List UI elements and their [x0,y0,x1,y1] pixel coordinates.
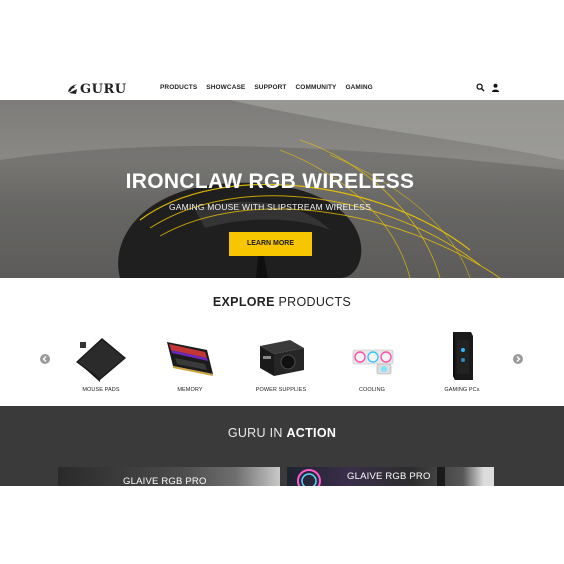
product-mouse-pads[interactable]: MOUSE PADS [66,328,136,396]
product-label: COOLING [358,387,386,393]
chevron-right-icon [516,356,521,362]
hero-subtitle: GAMING MOUSE WITH SLIPSTREAM WIRELESS [169,202,371,212]
logo-text: GURU [80,81,127,97]
cooling-icon [352,349,394,375]
action-card-label: GLAIVE RGB PRO [123,476,207,486]
explore-products-heading: EXPLORE PRODUCTS [0,295,564,309]
action-title-plain: GURU IN [227,426,287,440]
action-card-label: GLAIVE RGB PRO [347,471,431,482]
hero-banner: IRONCLAW RGB WIRELESS GAMING MOUSE WITH … [0,100,564,278]
main-menu: PRODUCTS SHOWCASE SUPPORT COMMUNITY GAMI… [160,84,373,91]
explore-title-rest: PRODUCTS [274,295,352,309]
action-card[interactable]: GLAIVE RGB PRO [287,467,494,486]
in-action-heading: GURU IN ACTION [0,426,564,440]
product-gaming-pcs[interactable]: GAMING PCs [427,328,497,396]
user-icon[interactable] [491,83,500,92]
product-label: GAMING PCs [444,387,480,393]
hero-title: IRONCLAW RGB WIRELESS [125,170,415,193]
nav-item-showcase[interactable]: SHOWCASE [206,84,245,91]
carousel-prev-button[interactable] [40,354,50,364]
search-icon[interactable] [476,83,485,92]
nav-item-community[interactable]: COMMUNITY [296,84,337,91]
product-memory[interactable]: MEMORY [155,328,225,396]
product-label: POWER SUPPLIES [255,387,307,393]
page: GURU PRODUCTS SHOWCASE SUPPORT COMMUNITY… [0,0,564,564]
product-cooling[interactable]: COOLING [337,328,407,396]
brand-logo[interactable]: GURU [67,81,127,97]
gaming-pc-icon [453,332,473,380]
product-power-supplies[interactable]: POWER SUPPLIES [246,328,316,396]
guru-in-action-section: GURU IN ACTION GLAIVE RGB PRO GLAIVE RGB… [0,406,564,486]
nav-item-support[interactable]: SUPPORT [254,84,286,91]
product-label: MOUSE PADS [82,387,120,393]
nav-item-products[interactable]: PRODUCTS [160,84,197,91]
nav-icons [476,83,500,92]
memory-icon [167,342,213,376]
learn-more-button[interactable]: LEARN MORE [229,232,312,256]
chevron-left-icon [42,356,47,362]
power-supply-icon [260,340,304,376]
explore-title-bold: EXPLORE [212,295,275,309]
top-navigation: GURU PRODUCTS SHOWCASE SUPPORT COMMUNITY… [0,78,564,100]
action-title-bold: ACTION [286,426,337,440]
sail-logo-icon [68,84,78,94]
action-card[interactable]: GLAIVE RGB PRO [58,467,280,486]
nav-item-gaming[interactable]: GAMING [345,84,372,91]
product-label: MEMORY [177,387,203,393]
carousel-next-button[interactable] [513,354,523,364]
mousepad-icon [76,338,126,382]
